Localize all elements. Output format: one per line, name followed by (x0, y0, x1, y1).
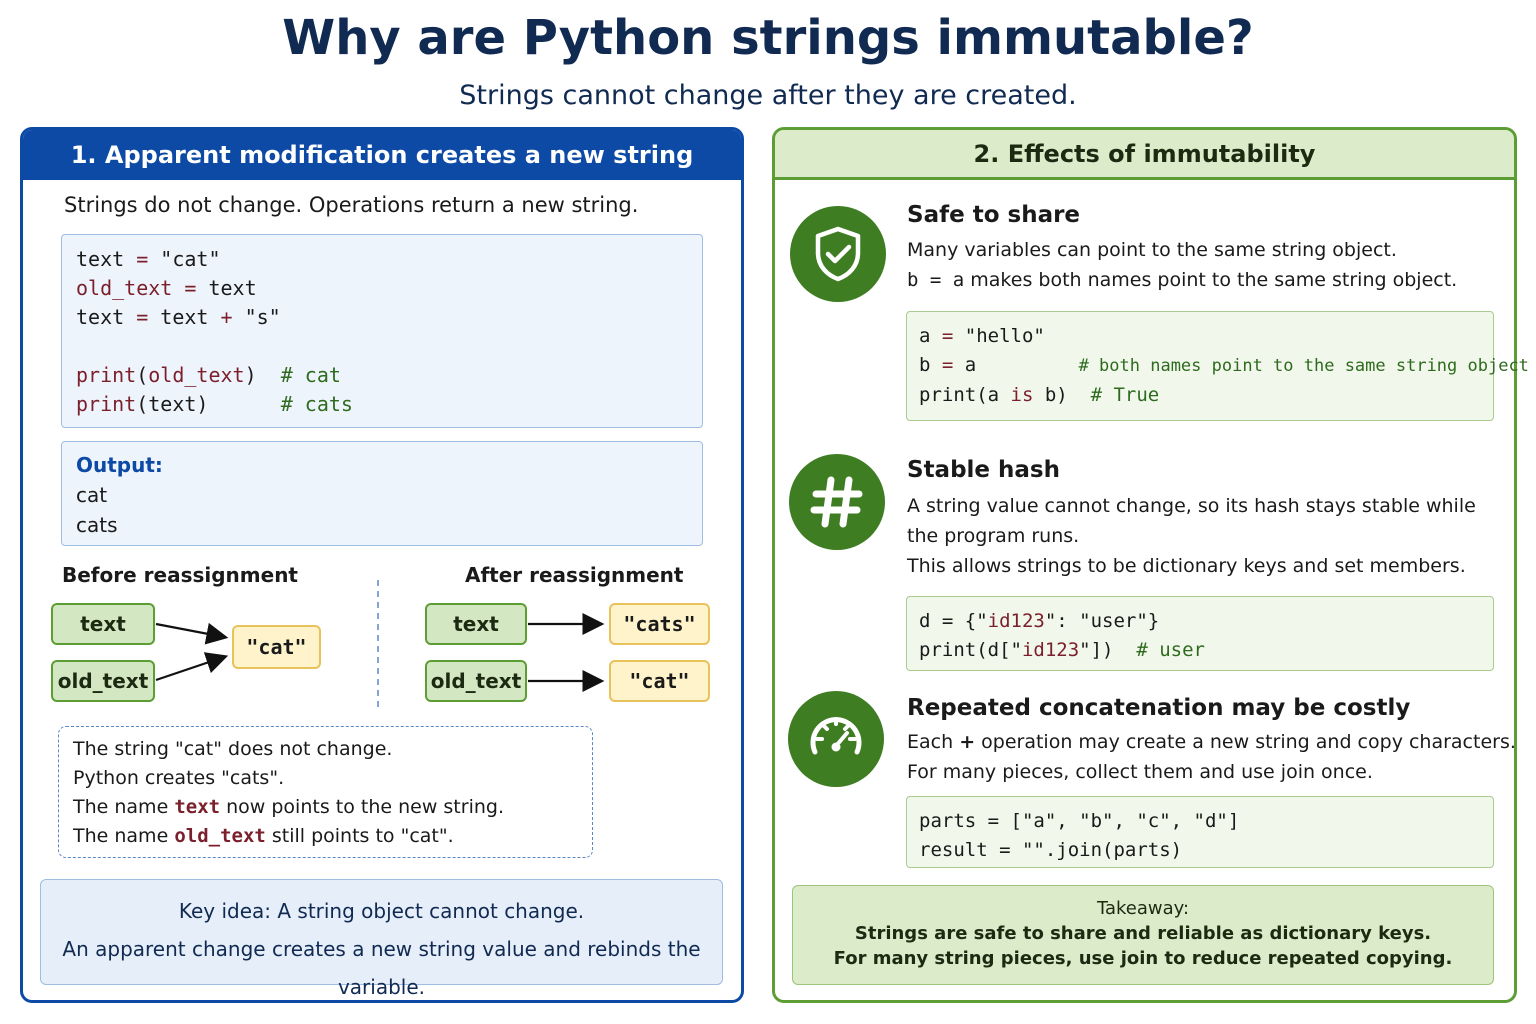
code-line: b = a # both names point to the same str… (919, 354, 1529, 376)
code-block-join: parts = ["a", "b", "c", "d"] result = ""… (906, 796, 1494, 868)
note-line: Python creates "cats". (73, 767, 285, 789)
text-line: Each + operation may create a new string… (907, 731, 1516, 753)
safe-to-share-text: Many variables can point to the same str… (907, 235, 1457, 295)
code-line: print(d["id123"]) # user (919, 639, 1205, 661)
arrow-old-text-to-cat (155, 652, 229, 682)
takeaway-line: For many string pieces, use join to redu… (833, 948, 1453, 969)
text-line: A string value cannot change, so its has… (907, 495, 1476, 517)
concatenation-title: Repeated concatenation may be costly (907, 695, 1411, 721)
shield-check-icon (790, 206, 886, 302)
code-line: d = {"id123": "user"} (919, 610, 1160, 632)
safe-to-share-title: Safe to share (907, 202, 1081, 228)
stable-hash-title: Stable hash (907, 457, 1060, 483)
takeaway-line: Strings are safe to share and reliable a… (854, 923, 1432, 944)
concatenation-text: Each + operation may create a new string… (907, 727, 1516, 787)
key-idea-line2: An apparent change creates a new string … (62, 937, 701, 999)
code-line: print(a is b) # True (919, 384, 1160, 406)
note-line: The name text now points to the new stri… (73, 796, 504, 818)
takeaway-box: Takeaway: Strings are safe to share and … (792, 885, 1494, 985)
note-line: The string "cat" does not change. (73, 738, 393, 760)
arrow-text-to-cat (155, 622, 229, 645)
right-panel-header: 2. Effects of immutability (775, 130, 1514, 180)
note-line: The name old_text still points to "cat". (73, 825, 454, 847)
stable-hash-text: A string value cannot change, so its has… (907, 491, 1476, 581)
text-line: b = a makes both names point to the same… (907, 269, 1458, 291)
text-line: the program runs. (907, 525, 1080, 547)
code-line: result = "".join(parts) (919, 839, 1183, 861)
code-block-hash: d = {"id123": "user"} print(d["id123"]) … (906, 596, 1494, 671)
key-idea-box: Key idea: A string object cannot change.… (40, 879, 723, 999)
key-idea-line1: Key idea: A string object cannot change. (178, 899, 585, 923)
code-block-sharing: a = "hello" b = a # both names point to … (906, 311, 1529, 421)
hash-icon (789, 454, 885, 550)
code-line: parts = ["a", "b", "c", "d"] (919, 810, 1240, 832)
speedometer-icon (788, 691, 884, 787)
takeaway-label: Takeaway: (1096, 898, 1190, 919)
text-line: For many pieces, collect them and use jo… (907, 761, 1373, 783)
text-line: This allows strings to be dictionary key… (907, 555, 1466, 577)
code-line: a = "hello" (919, 325, 1045, 347)
text-line: Many variables can point to the same str… (907, 239, 1397, 261)
explanation-notes: The string "cat" does not change. Python… (58, 726, 593, 858)
